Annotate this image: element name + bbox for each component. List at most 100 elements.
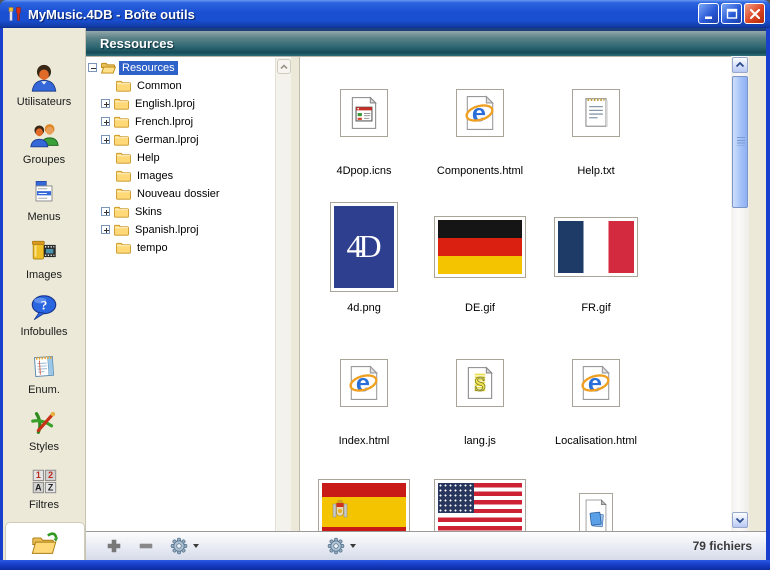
sidebar-item-images[interactable]: Images <box>3 236 85 281</box>
folder-icon <box>116 169 131 182</box>
file-name: 4Dpop.icns <box>336 165 391 177</box>
tree-item-label[interactable]: Spanish.lproj <box>132 223 202 237</box>
sidebar-item-filtres[interactable]: 1 2 A Z Filtres <box>3 466 85 511</box>
sidebar-item-label: Groupes <box>23 154 65 166</box>
sidebar-item-label: Menus <box>27 211 60 223</box>
svg-text:Z: Z <box>48 482 54 492</box>
gear-icon <box>327 537 345 555</box>
remove-button[interactable] <box>138 538 154 554</box>
svg-text:A: A <box>35 482 42 492</box>
file-name: Components.html <box>437 165 523 177</box>
dropdown-arrow-icon <box>193 544 199 548</box>
tree-item-label[interactable]: Resources <box>119 61 178 75</box>
window-bottom-border <box>0 560 770 570</box>
tree-item-resources[interactable]: Resources <box>88 59 178 76</box>
panel-title: Ressources <box>86 28 766 56</box>
file-name: Help.txt <box>577 165 614 177</box>
sidebar-item-label: Infobulles <box>20 326 67 338</box>
file-thumbnail <box>340 359 388 407</box>
sidebar-item-label: Images <box>26 269 62 281</box>
tree-item-label[interactable]: Images <box>134 169 176 183</box>
expand-icon[interactable] <box>101 99 110 108</box>
sidebar-item-label: Utilisateurs <box>17 96 71 108</box>
sidebar-item-groupes[interactable]: Groupes <box>3 121 85 166</box>
sidebar-item-enum[interactable]: Enum. <box>3 351 85 396</box>
tree-item-skins[interactable]: Skins <box>101 203 165 220</box>
chevron-up-icon <box>735 61 745 69</box>
scroll-up-button[interactable] <box>732 57 748 73</box>
tree-item-help[interactable]: Help <box>101 149 163 166</box>
add-button[interactable] <box>106 538 122 554</box>
tree-item-label[interactable]: English.lproj <box>132 97 198 111</box>
sidebar-item-menus[interactable]: Menus <box>3 178 85 223</box>
file-item-4d-png[interactable]: 4D 4d.png <box>306 199 422 314</box>
tree-item-german-lproj[interactable]: German.lproj <box>101 131 202 148</box>
file-item-index-html[interactable]: Index.html <box>306 359 422 447</box>
close-button[interactable] <box>744 3 765 24</box>
file-item-help-txt[interactable]: Help.txt <box>538 89 654 177</box>
file-item-spanish-flag[interactable] <box>306 477 422 531</box>
file-item-lang-js[interactable]: lang.js <box>422 359 538 447</box>
tree-item-label[interactable]: Common <box>134 79 185 93</box>
scrollbar-thumb[interactable] <box>732 76 748 208</box>
file-item-4dpop-icns[interactable]: 4Dpop.icns <box>306 89 422 177</box>
tree-item-label[interactable]: German.lproj <box>132 133 202 147</box>
minimize-button[interactable] <box>698 3 719 24</box>
tree-item-english-lproj[interactable]: English.lproj <box>101 95 198 112</box>
tree-item-french-lproj[interactable]: French.lproj <box>101 113 196 130</box>
sidebar-item-utilisateurs[interactable]: Utilisateurs <box>3 63 85 108</box>
close-icon <box>748 7 762 21</box>
tree-item-label[interactable]: French.lproj <box>132 115 196 129</box>
help-balloon-icon: ? <box>29 293 59 323</box>
open-folder-icon <box>101 61 116 74</box>
tree-item-nouveau-dossier[interactable]: Nouveau dossier <box>101 185 223 202</box>
maximize-button[interactable] <box>721 3 742 24</box>
svg-text:1: 1 <box>36 470 41 480</box>
options-menu-button[interactable] <box>327 537 356 555</box>
file-name: lang.js <box>464 435 496 447</box>
us-flag-image <box>438 483 522 531</box>
sidebar-item-styles[interactable]: Styles <box>3 408 85 453</box>
tree-item-label[interactable]: Help <box>134 151 163 165</box>
folder-icon <box>116 241 131 254</box>
tree-item-spanish-lproj[interactable]: Spanish.lproj <box>101 221 202 238</box>
file-item-components-html[interactable]: Components.html <box>422 89 538 177</box>
paintbrush-icon <box>29 408 59 438</box>
collapse-icon[interactable] <box>88 63 97 72</box>
folder-icon <box>114 133 129 146</box>
file-grid: 4Dpop.icns Components.html Help.txt 4D <box>300 56 731 531</box>
tree-item-common[interactable]: Common <box>101 77 185 94</box>
menu-list-icon <box>29 178 59 208</box>
minimize-icon <box>702 7 716 21</box>
folder-tree: Resources Common English.lproj French.lp… <box>86 56 300 531</box>
maximize-icon <box>725 7 739 21</box>
tree-item-label[interactable]: tempo <box>134 241 171 255</box>
tree-item-label[interactable]: Skins <box>132 205 165 219</box>
title-bar[interactable]: MyMusic.4DB - Boîte outils <box>0 0 770 28</box>
film-roll-icon <box>29 236 59 266</box>
french-flag-image <box>558 221 634 273</box>
folder-icon <box>114 97 129 110</box>
tree-item-images[interactable]: Images <box>101 167 176 184</box>
expand-icon[interactable] <box>101 135 110 144</box>
file-item-localisation-html[interactable]: Localisation.html <box>538 359 654 447</box>
scroll-down-button[interactable] <box>732 512 748 528</box>
scroll-up-button[interactable] <box>277 59 291 74</box>
expand-icon[interactable] <box>101 207 110 216</box>
toolbox-app-icon <box>7 6 23 22</box>
file-item-us-flag[interactable] <box>422 477 538 531</box>
app-window: MyMusic.4DB - Boîte outils Utilisateurs <box>0 0 770 570</box>
expand-icon[interactable] <box>101 225 110 234</box>
dropdown-arrow-icon <box>350 544 356 548</box>
action-menu-button[interactable] <box>170 537 199 555</box>
grid-scrollbar[interactable] <box>731 56 749 531</box>
ie-html-icon <box>578 365 614 401</box>
tree-item-label[interactable]: Nouveau dossier <box>134 187 223 201</box>
sidebar-item-infobulles[interactable]: ? Infobulles <box>3 293 85 338</box>
file-item-document[interactable] <box>538 477 654 531</box>
file-item-fr-gif[interactable]: FR.gif <box>538 199 654 314</box>
tree-scrollbar[interactable] <box>275 58 291 531</box>
tree-item-tempo[interactable]: tempo <box>101 239 171 256</box>
file-item-de-gif[interactable]: DE.gif <box>422 199 538 314</box>
expand-icon[interactable] <box>101 117 110 126</box>
